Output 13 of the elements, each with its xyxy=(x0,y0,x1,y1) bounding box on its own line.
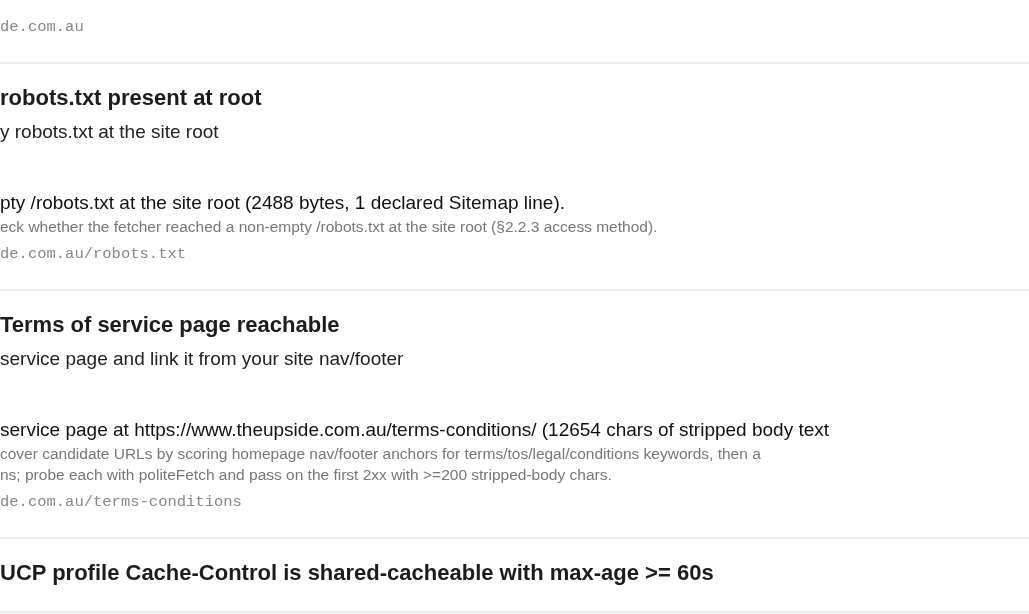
check-title: Terms of service page reachable xyxy=(0,311,341,339)
url-text: de.com.au/terms-conditions xyxy=(0,492,243,513)
method-text: cover candidate URLs by scoring homepage nav/footer anchors for terms/tos/legal/conditions keywords, then a xyxy=(0,444,762,464)
url-text: de.com.au xyxy=(0,17,85,38)
result-text: service page at https://www.theupside.com.au/terms-conditions/ (12654 chars of stripped body text xyxy=(0,418,831,442)
url-text: de.com.au/robots.txt xyxy=(0,244,188,265)
result-text: pty /robots.txt at the site root (2488 bytes, 1 declared Sitemap line). xyxy=(0,191,567,215)
check-title: robots.txt present at root xyxy=(0,84,263,112)
method-text: eck whether the fetcher reached a non-empty /robots.txt at the site root (§2.2.3 access method). xyxy=(0,217,659,237)
fix-text: y robots.txt at the site root xyxy=(0,120,220,144)
check-title: UCP profile Cache-Control is shared-cacheable with max-age >= 60s xyxy=(0,559,715,587)
fix-text: service page and link it from your site nav/footer xyxy=(0,347,405,371)
method-text: ns; probe each with politeFetch and pass on the first 2xx with >=200 stripped-body chars. xyxy=(0,465,613,485)
